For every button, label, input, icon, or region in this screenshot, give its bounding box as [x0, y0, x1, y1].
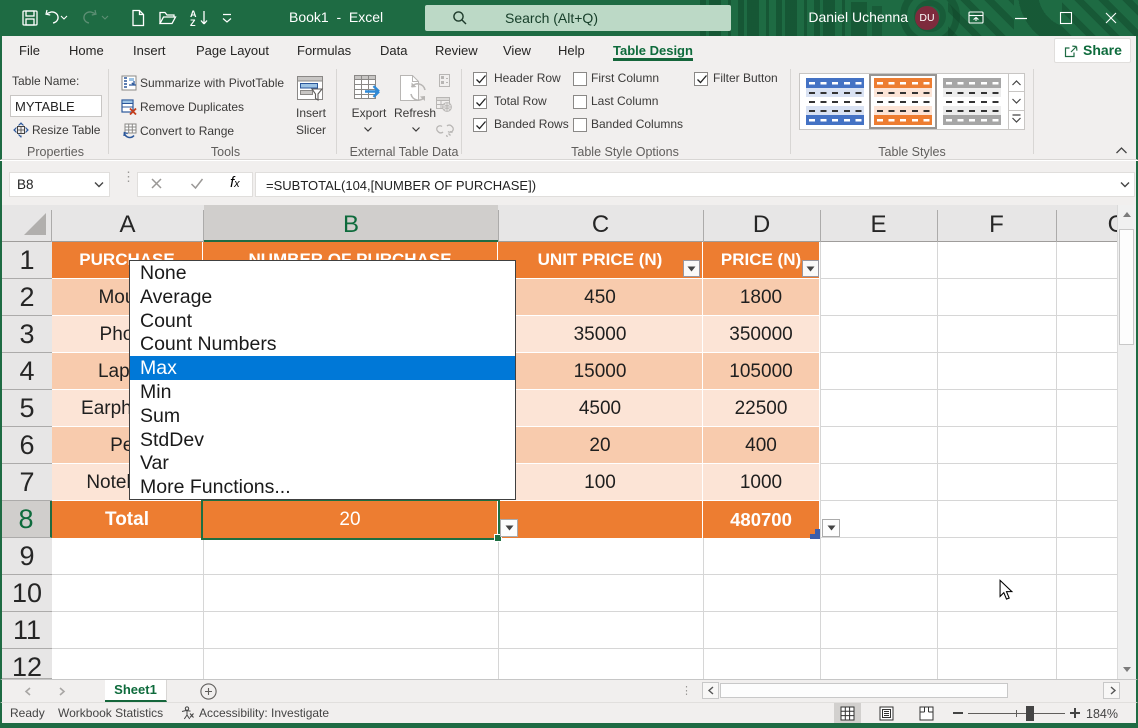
svg-text:Z: Z	[190, 18, 196, 28]
